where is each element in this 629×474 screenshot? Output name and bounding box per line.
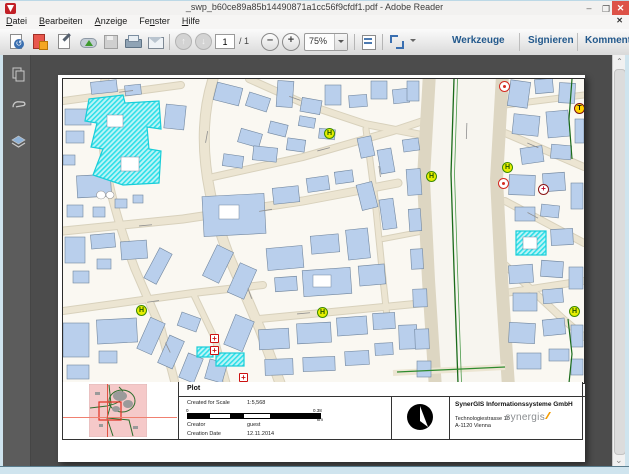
minimize-button[interactable]: – [581, 1, 597, 16]
menu-bearbeiten[interactable]: Bearbeiten [33, 15, 89, 29]
title-bar[interactable]: _swp_b60ce89a85b14490871a1cc56f9cfdf1.pd… [0, 0, 629, 16]
extent-crosshair-vertical [107, 384, 108, 437]
map-marker-bus: H [324, 128, 335, 139]
menu-anzeige[interactable]: Anzeige [89, 15, 134, 29]
zoom-level-select[interactable]: 75% [304, 33, 348, 51]
map-marker-pharm: + [239, 373, 248, 382]
map-marker-pharm: + [210, 346, 219, 355]
plot-info-box: Plot Created for Scale 1:5,568 0 0.38 km… [178, 382, 584, 439]
attachments-icon[interactable] [11, 99, 26, 114]
map-marker-pharm: + [210, 334, 219, 343]
map-marker-bus: H [136, 305, 147, 316]
map-frame: H H H H H H T + + + + [62, 78, 585, 384]
creator-label: Creator [187, 422, 205, 428]
date-value: 12.11.2014 [247, 431, 274, 437]
overview-map-section [63, 382, 178, 439]
plot-metadata-section: Created for Scale 1:5,568 0 0.38 km Crea… [179, 396, 391, 439]
scale-bar-start: 0 [186, 408, 189, 413]
close-document-icon[interactable]: ✕ [616, 16, 623, 25]
print-icon[interactable] [124, 33, 142, 51]
map-marker-bus: H [502, 162, 513, 173]
chevron-down-icon[interactable] [334, 34, 347, 50]
map-marker-bus: H [569, 306, 580, 317]
open-file-icon[interactable]: ↺ [7, 33, 25, 51]
company-address1: Technologiestrasse 10 [455, 416, 510, 422]
scroll-up-icon[interactable]: ⌃ [615, 57, 624, 66]
menu-hilfe[interactable]: Hilfe [176, 15, 206, 29]
map-marker-bus: H [426, 171, 437, 182]
cloud-upload-icon[interactable] [79, 33, 97, 51]
map-marker-bus: H [317, 307, 328, 318]
tools-panel-button[interactable]: Werkzeuge [452, 35, 505, 46]
fullscreen-icon[interactable] [388, 33, 406, 51]
sign-panel-button[interactable]: Signieren [528, 35, 574, 46]
fill-sign-icon[interactable] [55, 33, 73, 51]
north-arrow-section [391, 396, 449, 439]
scale-bar [187, 413, 321, 419]
toolbar: ↺ ↑ ↓ / 1 – + 75% [0, 29, 629, 56]
plot-title: Plot [187, 385, 200, 392]
north-arrow-icon [406, 403, 434, 431]
overview-map [89, 384, 147, 437]
vertical-scrollbar[interactable]: ⌃ ⌄ [612, 55, 626, 466]
company-address2: A-1120 Vienna [455, 423, 491, 429]
menu-bar: Datei Bearbeiten Anzeige Fenster Hilfe ✕ [0, 15, 629, 30]
menu-datei[interactable]: Datei [0, 15, 33, 29]
date-label: Creation Date [187, 431, 221, 437]
close-button[interactable]: ✕ [612, 1, 629, 16]
comment-panel-button[interactable]: Kommentar [585, 35, 629, 46]
scale-bar-unit: km [317, 417, 323, 422]
scale-value: 1:5,568 [247, 400, 265, 406]
window-title: _swp_b60ce89a85b14490871a1cc56f9cfdf1.pd… [0, 2, 629, 12]
navigation-sidebar [3, 55, 31, 466]
map-marker-tram: T [574, 103, 585, 114]
page-total-label: / 1 [239, 36, 249, 46]
extent-crosshair-horizontal [63, 417, 177, 418]
map-title-block: Plot Created for Scale 1:5,568 0 0.38 km… [62, 382, 583, 440]
map-marker-hosp: + [538, 184, 549, 195]
zoom-out-button[interactable]: – [261, 33, 279, 51]
map-marker-red [498, 178, 509, 189]
creator-value: guest [247, 422, 260, 428]
save-icon[interactable] [102, 33, 120, 51]
company-name: SynerGIS Informationssysteme GmbH [455, 401, 573, 408]
scale-bar-end: 0.38 [313, 408, 322, 413]
scroll-down-icon[interactable]: ⌄ [615, 455, 623, 466]
map-marker-red [499, 81, 510, 92]
scale-label: Created for Scale [187, 400, 230, 406]
layers-icon[interactable] [11, 135, 26, 150]
pdf-page[interactable]: H H H H H H T + + + + [58, 75, 585, 462]
scroll-mode-icon[interactable] [360, 33, 378, 51]
zoom-in-button[interactable]: + [282, 33, 300, 51]
company-section: SynerGIS Informationssysteme GmbH Techno… [449, 396, 585, 439]
synergis-logo-accent-icon [545, 412, 551, 419]
zoom-level-value: 75% [309, 36, 327, 46]
create-pdf-icon[interactable] [30, 33, 48, 51]
synergis-logo: synergis [505, 412, 545, 423]
map-markers-layer: H H H H H H T + + + + [63, 79, 584, 383]
menu-fenster[interactable]: Fenster [133, 15, 176, 29]
window-right-border [625, 55, 629, 466]
email-icon[interactable] [147, 33, 165, 51]
page-thumbnails-icon[interactable] [11, 67, 26, 82]
page-number-input[interactable] [215, 34, 235, 49]
